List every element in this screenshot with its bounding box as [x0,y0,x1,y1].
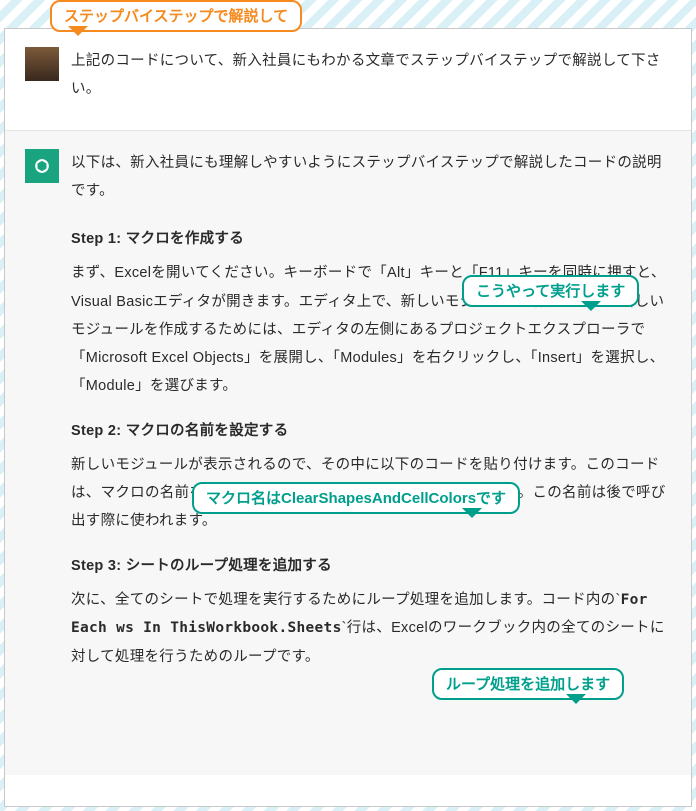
assistant-intro: 以下は、新入社員にも理解しやすいようにステップバイステップで解説したコードの説明… [71,149,671,206]
callout-text: ループ処理を追加します [446,676,610,693]
body-text: 次に、全てのシートで処理を実行するためにループ処理を追加します。コード内の` [71,592,621,608]
callout-text: こうやって実行します [476,283,625,300]
user-avatar-icon [25,47,59,81]
callout-annotation: ステップバイステップで解説して [50,0,302,32]
speech-tail-icon [566,694,586,714]
user-message-text: 上記のコードについて、新入社員にもわかる文章でステップバイステップで解説して下さ… [71,53,661,97]
step-heading: Step 3: シートのループ処理を追加する [71,552,671,580]
callout-text: ステップバイステップで解説して [64,8,288,25]
speech-tail-icon [462,508,482,528]
step-heading: Step 1: マクロを作成する [71,225,671,253]
callout-annotation: こうやって実行します [462,275,639,307]
avatar-col [25,149,71,749]
speech-tail-icon [581,301,601,321]
speech-tail-icon [68,26,88,46]
callout-annotation: マクロ名はClearShapesAndCellColorsです [192,482,520,514]
step-body: 次に、全てのシートで処理を実行するためにループ処理を追加します。コード内の`Fo… [71,586,671,671]
assistant-message: 以下は、新入社員にも理解しやすいようにステップバイステップで解説したコードの説明… [71,149,671,749]
ai-avatar-icon [25,149,59,183]
user-message: 上記のコードについて、新入社員にもわかる文章でステップバイステップで解説して下さ… [71,47,671,104]
step-heading: Step 2: マクロの名前を設定する [71,417,671,445]
avatar-col [25,47,71,104]
callout-text: マクロ名はClearShapesAndCellColorsです [206,490,506,507]
openai-knot-icon [31,155,53,177]
chat-turn-user: 上記のコードについて、新入社員にもわかる文章でステップバイステップで解説して下さ… [5,29,691,130]
callout-annotation: ループ処理を追加します [432,668,624,700]
